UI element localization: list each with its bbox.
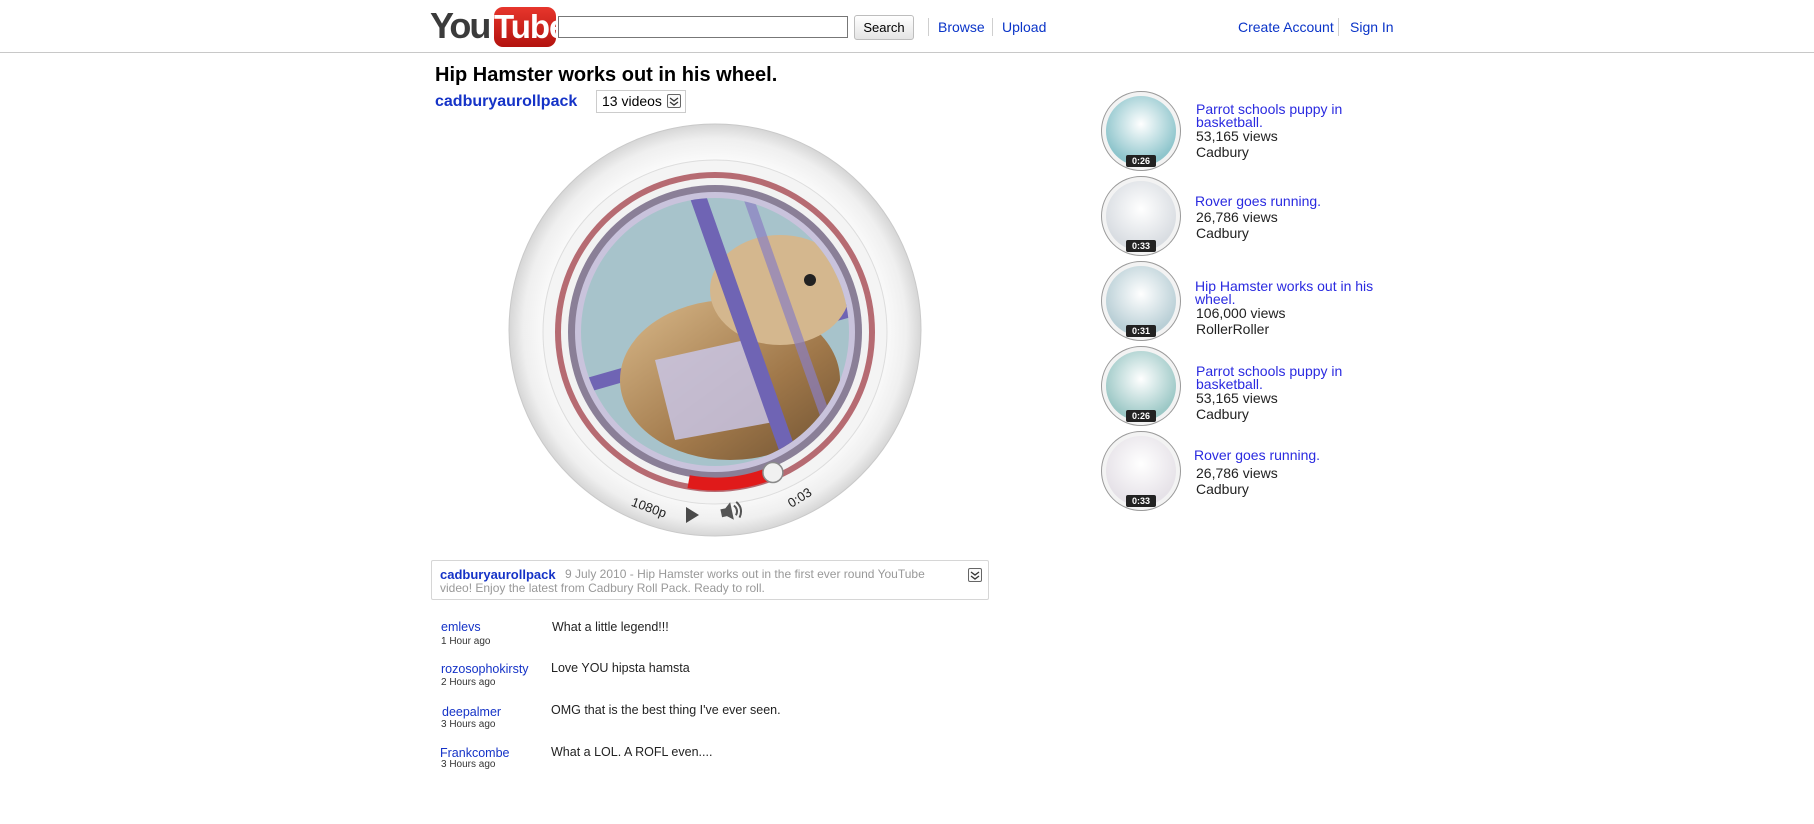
comment-text: What a little legend!!!: [552, 620, 669, 634]
video-player[interactable]: 1080p 0:03: [505, 120, 925, 540]
video-thumbnail[interactable]: 0:31: [1101, 261, 1181, 341]
video-thumbnail[interactable]: 0:26: [1101, 91, 1181, 171]
related-video-views: 53,165 views: [1196, 128, 1278, 144]
playlist-button[interactable]: 13 videos: [596, 90, 686, 113]
search-button[interactable]: Search: [854, 15, 914, 40]
comment-user[interactable]: rozosophokirsty: [441, 662, 529, 676]
upload-link[interactable]: Upload: [1002, 19, 1046, 35]
related-video-author: RollerRoller: [1196, 321, 1270, 337]
duration-badge: 0:26: [1126, 155, 1156, 167]
related-video-title[interactable]: Parrot schools puppy in basketball.: [1196, 102, 1386, 129]
chevron-down-icon: [667, 94, 681, 108]
comment-time: 3 Hours ago: [441, 719, 496, 730]
related-video-author: Cadbury: [1196, 406, 1249, 422]
comment-user[interactable]: deepalmer: [442, 705, 501, 719]
comment-time: 3 Hours ago: [441, 759, 496, 770]
video-title: Hip Hamster works out in his wheel.: [435, 64, 778, 86]
related-video-title[interactable]: Hip Hamster works out in his wheel.: [1195, 279, 1385, 306]
comment-time: 2 Hours ago: [441, 677, 496, 688]
separator: [928, 18, 929, 36]
scrub-handle[interactable]: [762, 461, 784, 484]
comment-time: 1 Hour ago: [441, 636, 491, 647]
related-video-views: 26,786 views: [1196, 465, 1278, 481]
related-video-views: 26,786 views: [1196, 209, 1278, 225]
expand-description-icon[interactable]: [968, 568, 982, 582]
description-user-link[interactable]: cadburyaurollpack: [440, 567, 556, 582]
related-video-author: Cadbury: [1196, 144, 1249, 160]
comment-text: OMG that is the best thing I've ever see…: [551, 703, 781, 717]
duration-badge: 0:26: [1126, 410, 1156, 422]
separator: [992, 18, 993, 36]
comment-user[interactable]: Frankcombe: [440, 746, 509, 760]
channel-link[interactable]: cadburyaurollpack: [435, 92, 577, 112]
search-input[interactable]: [558, 16, 848, 38]
related-video-author: Cadbury: [1196, 225, 1249, 241]
video-thumbnail[interactable]: 0:33: [1101, 431, 1181, 511]
description-box: 9 July 2010 - Hip Hamster works out in t…: [431, 560, 989, 600]
sign-in-link[interactable]: Sign In: [1350, 19, 1394, 35]
playlist-label: 13 videos: [602, 93, 662, 109]
separator: [1338, 18, 1339, 36]
play-button[interactable]: [677, 500, 707, 530]
related-video-title[interactable]: Rover goes running.: [1194, 448, 1384, 461]
create-account-link[interactable]: Create Account: [1238, 19, 1334, 35]
comment-text: Love YOU hipsta hamsta: [551, 661, 690, 675]
header: You Tube Search Browse Upload Create Acc…: [0, 0, 1814, 53]
upload-date: 9 July 2010 -: [565, 567, 634, 581]
video-thumbnail[interactable]: 0:26: [1101, 346, 1181, 426]
related-video-author: Cadbury: [1196, 481, 1249, 497]
comment-user[interactable]: emlevs: [441, 620, 481, 634]
progress-arc: [687, 466, 776, 491]
duration-badge: 0:33: [1126, 495, 1156, 507]
video-thumbnail[interactable]: 0:33: [1101, 176, 1181, 256]
related-video-views: 53,165 views: [1196, 390, 1278, 406]
browse-link[interactable]: Browse: [938, 19, 985, 35]
youtube-logo[interactable]: Tube: [494, 7, 567, 47]
logo-you[interactable]: You: [430, 6, 491, 46]
duration-badge: 0:31: [1126, 325, 1156, 337]
related-video-views: 106,000 views: [1196, 305, 1286, 321]
duration-badge: 0:33: [1126, 240, 1156, 252]
progress-ring[interactable]: [505, 120, 925, 540]
related-video-title[interactable]: Parrot schools puppy in basketball.: [1196, 364, 1386, 391]
comment-text: What a LOL. A ROFL even....: [551, 745, 713, 759]
related-video-title[interactable]: Rover goes running.: [1195, 194, 1385, 207]
